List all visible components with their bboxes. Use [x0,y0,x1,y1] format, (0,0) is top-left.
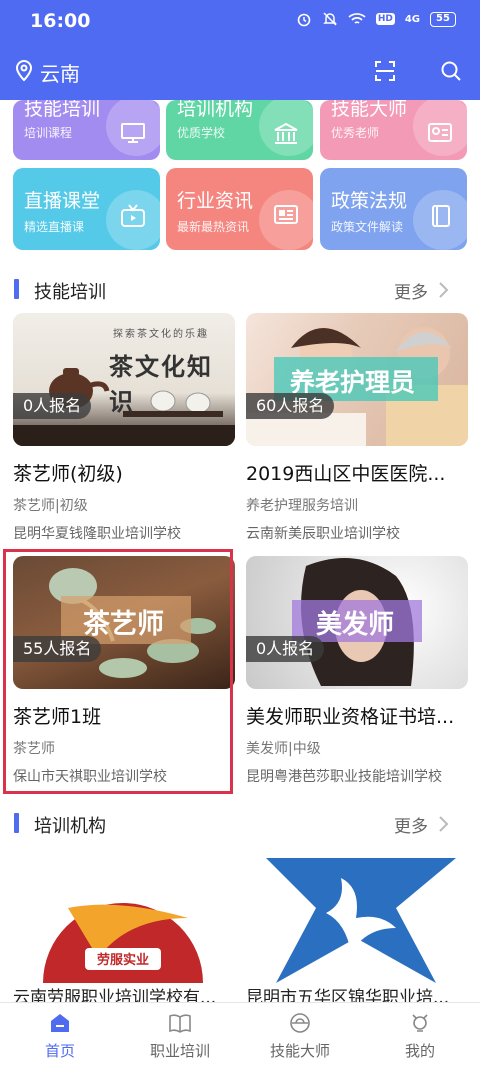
category-skill-master[interactable]: 技能大师 优秀老师 [320,100,467,160]
monitor-icon [121,123,145,143]
org-logo-text: 劳服实业 [97,953,150,968]
helmet-icon [290,1013,310,1033]
newspaper-icon [274,205,298,224]
status-icons: HD 4G 55 [296,11,456,27]
category-subtitle: 政策文件解读 [331,220,404,234]
course-thumbnail: 美发师 0人报名 [246,556,468,689]
section-title: 技能培训 [34,282,106,303]
enroll-count-badge: 0人报名 [246,636,325,662]
alarm-icon [297,13,311,27]
category-training-org[interactable]: 培训机构 优质学校 [166,100,313,160]
course-thumbnail: 探索茶文化的乐趣 茶文化知识 0人报名 [13,313,235,446]
course-card[interactable]: 养老护理员 60人报名 2019西山区中医医院... 养老护理服务培训 云南新美… [246,313,468,548]
enroll-count-badge: 0人报名 [13,393,92,419]
course-title: 2019西山区中医医院... [246,463,446,485]
section-title: 培训机构 [34,816,106,837]
thumbnail-caption-small: 探索茶文化的乐趣 [113,329,209,340]
signal-indicator: 4G [404,13,420,25]
tab-vocational-training[interactable]: 职业培训 [120,1003,240,1067]
org-section-header: 培训机构 更多 [0,804,480,844]
course-card[interactable]: 美发师 0人报名 美发师职业资格证书培... 美发师|中级 昆明粤港芭莎职业技能… [246,556,468,791]
course-tag: 美发师|中级 [246,741,321,757]
chevron-right-icon[interactable] [438,281,450,299]
scan-icon[interactable] [374,60,396,82]
tab-skill-master[interactable]: 技能大师 [240,1003,360,1067]
category-title: 培训机构 [177,100,254,120]
selection-highlight [3,549,233,794]
course-tag: 养老护理服务培训 [246,498,358,514]
category-subtitle: 培训课程 [24,126,73,140]
category-skill-training[interactable]: 技能培训 培训课程 [13,100,160,160]
wifi-icon [348,13,366,24]
bottom-tab-bar: 首页 职业培训 技能大师 我的 [0,1002,480,1067]
tab-label: 我的 [404,1042,435,1060]
category-title: 直播课堂 [24,190,101,212]
status-time: 16:00 [30,10,91,32]
enroll-count-badge: 60人报名 [246,393,335,419]
course-tag: 茶艺师|初级 [13,498,88,514]
thumbnail-caption: 美发师 [316,610,395,640]
book-icon [432,205,450,227]
building-icon [274,122,298,144]
thumbnail-caption: 茶文化知识 [109,352,213,416]
app-header: 16:00 HD 4G 55 云南 [0,0,480,100]
category-title: 行业资讯 [177,190,254,212]
org-card[interactable] [246,848,468,983]
course-card[interactable]: 探索茶文化的乐趣 茶文化知识 0人报名 茶艺师(初级) 茶艺师|初级 昆明华夏钱… [13,313,235,548]
battery-icon: 55 [430,11,456,27]
category-policy[interactable]: 政策法规 政策文件解读 [320,168,467,250]
more-link[interactable]: 更多 [394,812,428,837]
open-book-icon [169,1014,191,1033]
course-title: 茶艺师(初级) [13,463,123,485]
category-subtitle: 优秀老师 [331,126,380,140]
search-icon[interactable] [440,60,462,82]
category-live-class[interactable]: 直播课堂 精选直播课 [13,168,160,250]
id-card-icon [428,123,452,142]
tab-label: 首页 [44,1042,75,1060]
chevron-right-icon[interactable] [438,815,450,833]
course-school: 云南新美辰职业培训学校 [246,526,400,542]
category-subtitle: 最新最热资讯 [177,220,250,234]
mute-bell-icon [323,12,337,26]
category-grid: 技能培训 培训课程 培训机构 优质学校 技能大师 优秀老师 直播课堂 精选直播课… [0,100,480,260]
category-title: 政策法规 [331,190,408,212]
city-selector[interactable]: 云南 [40,58,80,87]
org-card[interactable]: 劳服实业 [13,848,235,983]
skills-section-header: 技能培训 更多 [0,270,480,310]
hd-badge: HD [375,13,395,25]
tab-mine[interactable]: 我的 [360,1003,480,1067]
course-school: 昆明粤港芭莎职业技能培训学校 [246,769,442,785]
location-bar: 云南 [0,52,480,92]
course-school: 昆明华夏钱隆职业培训学校 [13,526,181,542]
tv-icon [121,204,145,227]
category-subtitle: 精选直播课 [24,220,85,234]
location-pin-icon[interactable] [14,58,34,82]
course-title: 美发师职业资格证书培... [246,706,455,728]
tab-label: 职业培训 [149,1042,210,1060]
more-link[interactable]: 更多 [394,278,428,303]
user-icon [412,1014,428,1032]
tab-home[interactable]: 首页 [0,1003,120,1067]
org-logo [246,848,468,983]
category-industry-news[interactable]: 行业资讯 最新最热资讯 [166,168,313,250]
category-subtitle: 优质学校 [177,126,226,140]
category-title: 技能培训 [24,100,101,120]
category-title: 技能大师 [331,100,408,120]
course-thumbnail: 养老护理员 60人报名 [246,313,468,446]
home-icon [51,1014,69,1032]
tab-label: 技能大师 [269,1042,330,1060]
status-bar: 16:00 HD 4G 55 [0,0,480,42]
